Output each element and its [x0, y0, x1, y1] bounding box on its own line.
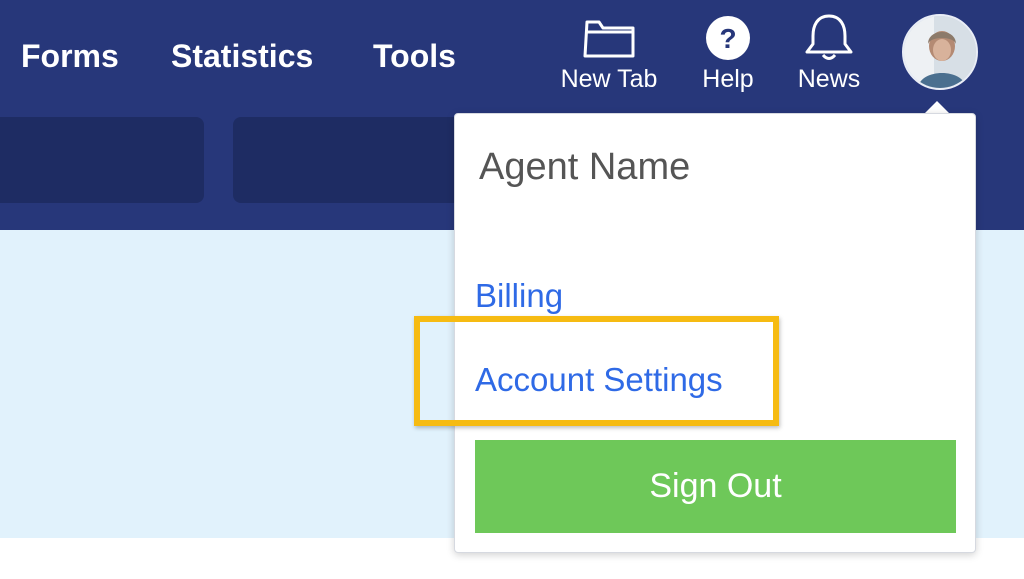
avatar[interactable]	[902, 14, 978, 90]
account-settings-link[interactable]: Account Settings	[475, 360, 723, 400]
new-tab-button[interactable]: New Tab	[549, 12, 669, 102]
svg-text:?: ?	[719, 23, 736, 54]
folder-icon	[549, 12, 669, 64]
nav-tools[interactable]: Tools	[373, 36, 456, 76]
secondary-panel-right	[233, 117, 473, 203]
news-button[interactable]: News	[769, 12, 889, 102]
sign-out-button[interactable]: Sign Out	[475, 440, 956, 533]
account-dropdown: Agent Name Billing Account Settings Sign…	[454, 113, 976, 553]
secondary-panel-left	[0, 117, 204, 203]
news-label: News	[797, 65, 861, 93]
bell-icon	[769, 12, 889, 64]
dropdown-caret	[925, 101, 949, 113]
billing-link[interactable]: Billing	[475, 276, 563, 316]
new-tab-label: New Tab	[560, 65, 658, 93]
nav-forms[interactable]: Forms	[21, 36, 119, 76]
agent-name: Agent Name	[479, 146, 691, 188]
nav-statistics[interactable]: Statistics	[171, 36, 313, 76]
